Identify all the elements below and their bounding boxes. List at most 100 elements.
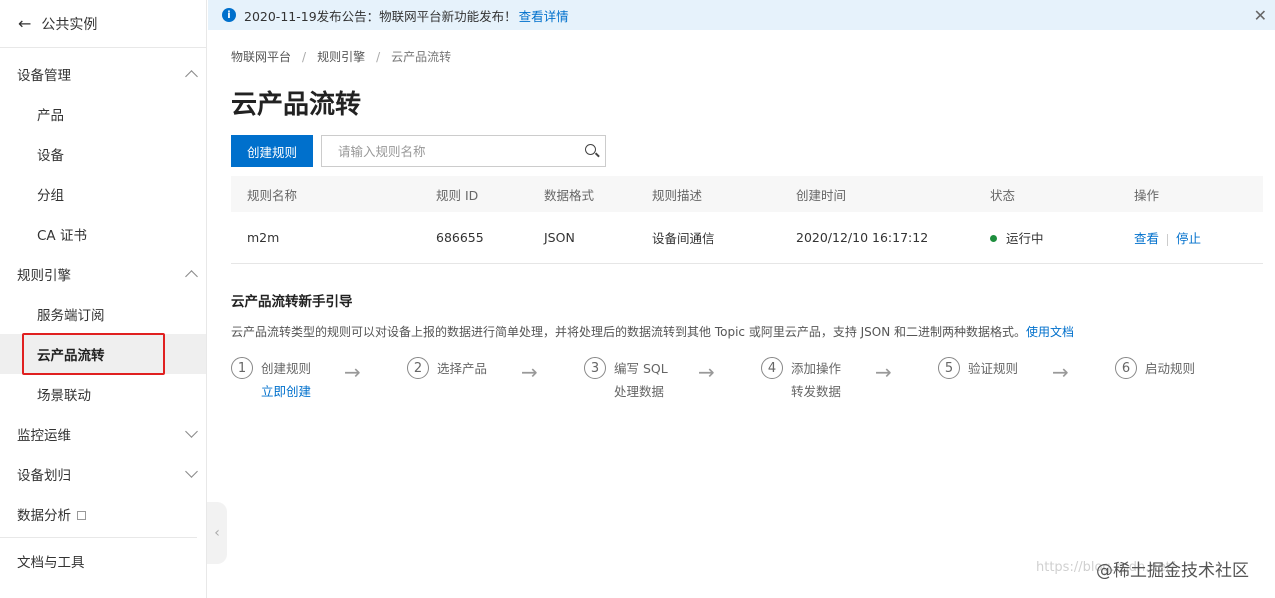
sidebar-group-device-assign[interactable]: 设备划归	[0, 454, 206, 494]
breadcrumb: 物联网平台 / 规则引擎 / 云产品流转	[231, 48, 451, 65]
arrow-right-icon: →	[521, 360, 538, 384]
step-number: 2	[407, 357, 429, 379]
create-rule-button[interactable]: 创建规则	[231, 135, 313, 167]
sidebar-group-label: 监控运维	[17, 428, 71, 444]
sidebar-item-product[interactable]: 产品	[0, 94, 206, 134]
sidebar-group-monitoring[interactable]: 监控运维	[0, 414, 206, 454]
breadcrumb-current: 云产品流转	[391, 50, 452, 64]
view-rule-link[interactable]: 查看	[1134, 231, 1159, 246]
cell-status: 运行中	[990, 228, 1044, 247]
sidebar-group-device-mgmt[interactable]: 设备管理	[0, 54, 206, 94]
sidebar-item-label: CA 证书	[37, 228, 87, 244]
sidebar-item-ca-cert[interactable]: CA 证书	[0, 214, 206, 254]
sidebar-item-label: 场景联动	[37, 388, 91, 404]
guide-description: 云产品流转类型的规则可以对设备上报的数据进行简单处理，并将处理后的数据流转到其他…	[231, 323, 1074, 340]
guide-desc-text: 云产品流转类型的规则可以对设备上报的数据进行简单处理，并将处理后的数据流转到其他…	[231, 325, 1027, 339]
table-header: 规则名称 规则 ID 数据格式 规则描述 创建时间 状态 操作	[231, 176, 1263, 212]
sidebar-collapse-handle[interactable]: ‹	[207, 502, 227, 564]
back-arrow-icon: ←	[18, 14, 32, 33]
sidebar-group-label: 文档与工具	[17, 555, 85, 571]
arrow-right-icon: →	[344, 360, 361, 384]
search-icon[interactable]	[585, 144, 596, 155]
sidebar: ← 公共实例 设备管理 产品 设备 分组 CA 证书 规则引擎 服务端订阅 云产…	[0, 0, 207, 598]
announcement-bar: i 2020-11-19发布公告：物联网平台新功能发布！ 查看详情 ✕	[208, 0, 1275, 30]
search-box	[321, 135, 606, 167]
step-label: 选择产品	[437, 361, 488, 376]
guide-step-1: 1 创建规则 立即创建	[231, 357, 311, 403]
external-link-icon	[77, 510, 86, 520]
breadcrumb-separator: /	[302, 50, 307, 64]
cell-created-time: 2020/12/10 16:17:12	[796, 230, 929, 245]
chevron-down-icon	[185, 465, 198, 478]
guide-step-3: 3 编写 SQL 处理数据	[584, 357, 668, 403]
col-header-created: 创建时间	[796, 187, 847, 203]
page-title: 云产品流转	[231, 90, 362, 120]
rule-name-search-input[interactable]	[338, 143, 578, 159]
sidebar-group-label: 规则引擎	[17, 268, 71, 284]
sidebar-item-cloud-forwarding[interactable]: 云产品流转	[0, 333, 206, 375]
cell-rule-name: m2m	[247, 230, 280, 245]
cell-rule-desc: 设备间通信	[652, 231, 715, 246]
col-header-desc: 规则描述	[652, 187, 703, 203]
status-text: 运行中	[1006, 231, 1044, 246]
sidebar-group-rule-engine[interactable]: 规则引擎	[0, 254, 206, 294]
step-label: 编写 SQL	[614, 361, 668, 376]
step-number: 6	[1115, 357, 1137, 379]
col-header-name: 规则名称	[247, 187, 298, 203]
back-to-public-instance[interactable]: ← 公共实例	[0, 0, 206, 48]
breadcrumb-iot-platform[interactable]: 物联网平台	[231, 50, 291, 64]
chevron-up-icon	[185, 270, 198, 283]
step-sublabel: 处理数据	[614, 384, 665, 399]
step-label: 验证规则	[968, 361, 1019, 376]
sidebar-group-data-analysis[interactable]: 数据分析	[0, 494, 206, 534]
sidebar-divider	[0, 537, 197, 538]
step-label: 创建规则	[261, 361, 312, 376]
step-number: 3	[584, 357, 606, 379]
breadcrumb-separator: /	[376, 50, 381, 64]
sidebar-group-label: 设备划归	[17, 468, 71, 484]
docs-link[interactable]: 使用文档	[1026, 325, 1074, 339]
breadcrumb-rule-engine[interactable]: 规则引擎	[317, 50, 365, 64]
close-icon[interactable]: ✕	[1254, 6, 1267, 25]
stop-rule-link[interactable]: 停止	[1176, 231, 1201, 246]
arrow-right-icon: →	[1052, 360, 1069, 384]
sidebar-item-label: 设备	[37, 148, 64, 164]
step-number: 4	[761, 357, 783, 379]
step-label: 添加操作	[791, 361, 842, 376]
step-number: 1	[231, 357, 253, 379]
chevron-down-icon	[185, 425, 198, 438]
guide-step-5: 5 验证规则	[938, 357, 1018, 380]
arrow-right-icon: →	[875, 360, 892, 384]
col-header-status: 状态	[990, 187, 1016, 203]
announcement-link[interactable]: 查看详情	[519, 6, 569, 25]
sidebar-item-label: 产品	[37, 108, 64, 124]
sidebar-item-scene-linkage[interactable]: 场景联动	[0, 374, 206, 414]
col-header-id: 规则 ID	[436, 187, 479, 203]
sidebar-item-label: 分组	[37, 188, 64, 204]
rules-table: 规则名称 规则 ID 数据格式 规则描述 创建时间 状态 操作 m2m 6866…	[231, 176, 1263, 264]
red-highlight-box	[22, 333, 165, 375]
chevron-left-icon: ‹	[214, 525, 220, 541]
guide-title: 云产品流转新手引导	[231, 294, 353, 310]
info-icon: i	[222, 8, 236, 22]
app-root: ← 公共实例 设备管理 产品 设备 分组 CA 证书 规则引擎 服务端订阅 云产…	[0, 0, 1275, 598]
sidebar-group-label: 设备管理	[17, 68, 71, 84]
guide-step-2: 2 选择产品	[407, 357, 487, 380]
cell-data-format: JSON	[544, 230, 575, 245]
col-header-actions: 操作	[1134, 187, 1160, 203]
create-now-link[interactable]: 立即创建	[261, 380, 311, 403]
arrow-right-icon: →	[698, 360, 715, 384]
guide-step-6: 6 启动规则	[1115, 357, 1195, 380]
sidebar-item-server-subscription[interactable]: 服务端订阅	[0, 294, 206, 334]
announcement-text: 2020-11-19发布公告：物联网平台新功能发布！	[244, 8, 517, 24]
sidebar-item-device[interactable]: 设备	[0, 134, 206, 174]
sidebar-group-docs-tools[interactable]: 文档与工具	[0, 541, 206, 581]
back-label: 公共实例	[41, 16, 98, 33]
sidebar-group-label: 数据分析	[17, 508, 71, 524]
table-row: m2m 686655 JSON 设备间通信 2020/12/10 16:17:1…	[231, 212, 1263, 264]
step-label: 启动规则	[1145, 361, 1196, 376]
status-dot-icon	[990, 235, 997, 242]
action-separator	[1167, 233, 1169, 246]
sidebar-item-group[interactable]: 分组	[0, 174, 206, 214]
cell-actions: 查看 停止	[1134, 228, 1201, 247]
